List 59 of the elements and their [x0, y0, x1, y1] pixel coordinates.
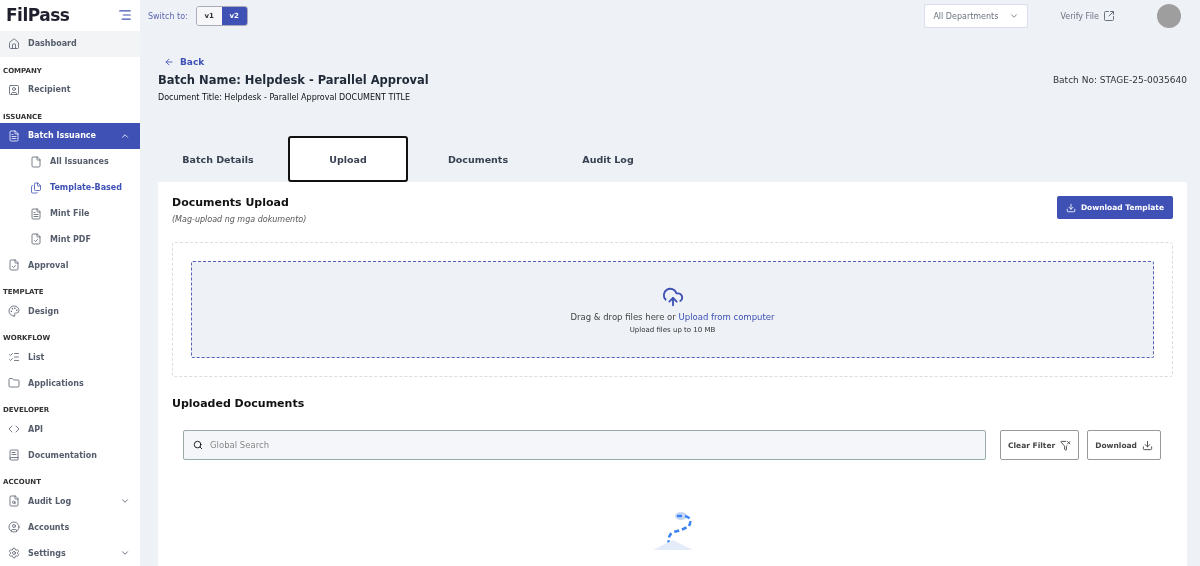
batch-name: Batch Name: Helpdesk - Parallel Approval	[158, 73, 429, 87]
section-title: Uploaded Documents	[172, 397, 306, 410]
sidebar-item[interactable]: Design	[0, 298, 140, 325]
menu-item-icon	[8, 449, 20, 462]
sidebar-item[interactable]: Documentation	[0, 442, 140, 469]
search-field[interactable]: Global Search	[183, 430, 986, 460]
arrow-left-icon	[164, 57, 174, 67]
menu-item-icon	[30, 181, 42, 194]
sidebar-item[interactable]: Recipient	[0, 76, 140, 103]
menu-item-icon	[8, 129, 20, 142]
menu-item-icon	[8, 495, 20, 508]
tab[interactable]: Upload	[288, 136, 408, 182]
avatar[interactable]	[1157, 4, 1181, 28]
sidebar-item[interactable]: Settings	[0, 540, 140, 566]
sidebar-item[interactable]: API	[0, 416, 140, 443]
sidebar-item[interactable]: Applications	[0, 370, 140, 397]
sidebar-item[interactable]: All Issuances	[0, 148, 140, 175]
menu-item-icon	[8, 37, 20, 50]
drop-instructions: Drag & drop files here or Upload from computer	[570, 311, 775, 322]
chevron-icon	[1009, 11, 1020, 21]
section-title: Documents Upload	[172, 196, 290, 209]
document-title: Document Title: Helpdesk - Parallel Approval DOCUMENT TITLE	[158, 93, 412, 102]
menu-item-icon	[8, 351, 20, 364]
search-icon	[193, 440, 203, 450]
tab[interactable]: Documents	[418, 136, 538, 182]
menu-item-icon	[30, 155, 42, 168]
cloud-upload-icon	[661, 285, 684, 308]
menu-item-icon	[8, 521, 20, 534]
sidebar-item[interactable]: Approval	[0, 252, 140, 279]
sidebar-item[interactable]: List	[0, 344, 140, 371]
sidebar-item[interactable]: Template-Based	[0, 174, 140, 201]
filter-icon	[1060, 439, 1072, 451]
sidebar-item[interactable]: Batch Issuance	[0, 122, 140, 149]
sidebar-item[interactable]: Audit Log	[0, 488, 140, 515]
logo: FilPass	[6, 5, 70, 26]
menu-item-icon	[8, 305, 20, 318]
menu-item-icon	[8, 547, 20, 560]
menu-item-icon	[30, 233, 42, 246]
section-subtitle: (Mag-upload ng mga dokumento)	[172, 215, 307, 224]
department-dropdown[interactable]: All Departments	[924, 4, 1029, 28]
download-icon	[1142, 439, 1153, 451]
download-icon	[1065, 202, 1076, 213]
menu-item-icon	[8, 259, 20, 272]
menu-item-icon	[30, 207, 42, 220]
sidebar-item[interactable]: Mint PDF	[0, 226, 140, 253]
menu-item-icon	[8, 377, 20, 390]
tab[interactable]: Batch Details	[158, 136, 278, 182]
sidebar-item[interactable]: Mint File	[0, 200, 140, 227]
switch-label: Switch to:	[148, 11, 188, 21]
upload-link[interactable]: Upload from computer	[678, 311, 775, 322]
batch-number: Batch No: STAGE-25-0035640	[1052, 75, 1187, 85]
tab[interactable]: Audit Log	[548, 136, 668, 182]
sidebar-item[interactable]: Dashboard	[0, 30, 140, 57]
sidebar-item[interactable]: Accounts	[0, 514, 140, 541]
verify-file-link[interactable]: Verify File	[1060, 10, 1115, 22]
back-link[interactable]: Back	[164, 57, 1187, 67]
menu-item-icon	[8, 83, 20, 96]
menu-icon[interactable]	[118, 8, 132, 23]
external-link-icon	[1103, 10, 1115, 22]
